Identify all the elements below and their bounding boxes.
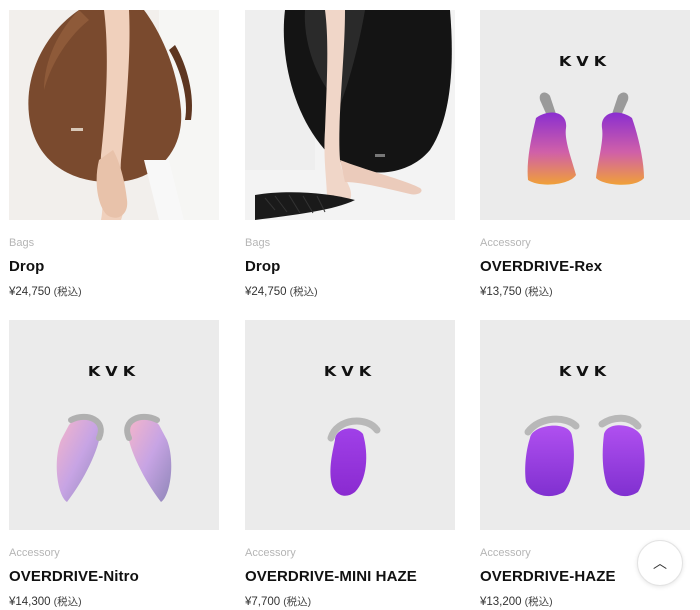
product-price: ¥13,200 xyxy=(480,596,522,608)
tax-label: (税込) xyxy=(283,596,312,608)
product-category: Accessory xyxy=(245,547,296,559)
product-price: ¥7,700 xyxy=(245,596,281,608)
product-price-row: ¥7,700 (税込) xyxy=(245,595,455,609)
product-price-row: ¥14,300 (税込) xyxy=(9,595,219,609)
product-image[interactable]: KVK xyxy=(480,10,690,220)
product-image[interactable]: KVK xyxy=(245,320,455,530)
scroll-to-top-button[interactable]: ︿ xyxy=(637,540,683,586)
product-card[interactable]: Bags Drop ¥24,750 (税込) xyxy=(9,10,219,299)
mini-haze-earring-photo xyxy=(327,417,381,496)
product-category: Bags xyxy=(9,237,35,249)
product-category: Bags xyxy=(245,237,271,249)
product-price-row: ¥24,750 (税込) xyxy=(9,285,219,299)
tax-label: (税込) xyxy=(53,596,82,608)
tax-label: (税込) xyxy=(524,286,553,298)
product-price-row: ¥24,750 (税込) xyxy=(245,285,455,299)
product-image[interactable]: KVK xyxy=(9,320,219,530)
product-card[interactable]: KVK Accessory OVERDRIVE-MINI HAZE ¥7,700… xyxy=(245,320,455,609)
product-card[interactable]: KVK Accessory OVERDRIVE-Nitro ¥14,300 (税込… xyxy=(9,320,219,609)
product-image[interactable]: KVK xyxy=(480,320,690,530)
nitro-earrings-photo xyxy=(56,413,172,502)
product-name[interactable]: OVERDRIVE-Nitro xyxy=(9,568,219,586)
product-price-row: ¥13,750 (税込) xyxy=(480,285,690,299)
product-price: ¥13,750 xyxy=(480,286,522,298)
product-price: ¥24,750 xyxy=(245,286,287,298)
tax-label: (税込) xyxy=(524,596,553,608)
product-card[interactable]: Bags Drop ¥24,750 (税込) xyxy=(245,10,455,299)
product-name[interactable]: Drop xyxy=(9,258,219,276)
tax-label: (税込) xyxy=(289,286,318,298)
product-category: Accessory xyxy=(480,237,531,249)
chevron-up-icon: ︿ xyxy=(653,555,667,571)
product-category: Accessory xyxy=(9,547,60,559)
rex-earrings-photo xyxy=(527,92,644,185)
haze-earrings-photo xyxy=(524,414,645,497)
product-name[interactable]: Drop xyxy=(245,258,455,276)
product-price: ¥24,750 xyxy=(9,286,51,298)
product-name[interactable]: OVERDRIVE-Rex xyxy=(480,258,690,276)
brown-bag-photo xyxy=(9,10,219,220)
black-bag-photo xyxy=(245,10,455,220)
product-card[interactable]: KVK Accessory OVERDRIVE-Rex ¥13,750 (税込) xyxy=(480,10,690,299)
product-image[interactable] xyxy=(245,10,455,220)
tax-label: (税込) xyxy=(53,286,82,298)
product-price: ¥14,300 xyxy=(9,596,51,608)
product-name[interactable]: OVERDRIVE-MINI HAZE xyxy=(245,568,455,586)
product-image[interactable] xyxy=(9,10,219,220)
product-price-row: ¥13,200 (税込) xyxy=(480,595,690,609)
